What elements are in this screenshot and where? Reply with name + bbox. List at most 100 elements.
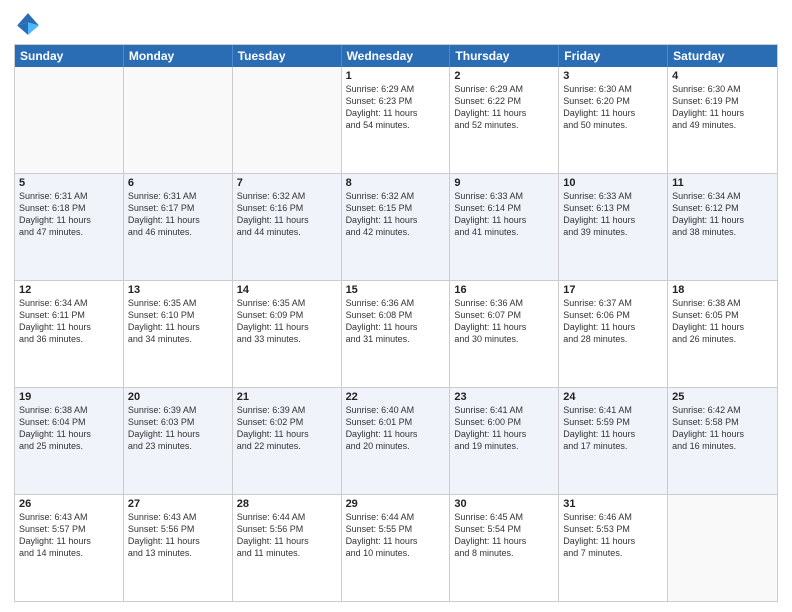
header-day-sunday: Sunday <box>15 45 124 67</box>
calendar-cell-r0c1 <box>124 67 233 173</box>
calendar-cell-r4c3: 29Sunrise: 6:44 AM Sunset: 5:55 PM Dayli… <box>342 495 451 601</box>
calendar-cell-r1c0: 5Sunrise: 6:31 AM Sunset: 6:18 PM Daylig… <box>15 174 124 280</box>
day-number: 28 <box>237 498 337 510</box>
day-info: Sunrise: 6:31 AM Sunset: 6:17 PM Dayligh… <box>128 190 228 239</box>
calendar-row-2: 12Sunrise: 6:34 AM Sunset: 6:11 PM Dayli… <box>15 281 777 388</box>
day-info: Sunrise: 6:43 AM Sunset: 5:57 PM Dayligh… <box>19 511 119 560</box>
calendar-cell-r4c6 <box>668 495 777 601</box>
day-info: Sunrise: 6:40 AM Sunset: 6:01 PM Dayligh… <box>346 404 446 453</box>
calendar-cell-r1c4: 9Sunrise: 6:33 AM Sunset: 6:14 PM Daylig… <box>450 174 559 280</box>
calendar-cell-r3c2: 21Sunrise: 6:39 AM Sunset: 6:02 PM Dayli… <box>233 388 342 494</box>
day-number: 25 <box>672 391 773 403</box>
day-info: Sunrise: 6:29 AM Sunset: 6:22 PM Dayligh… <box>454 83 554 132</box>
calendar-cell-r3c4: 23Sunrise: 6:41 AM Sunset: 6:00 PM Dayli… <box>450 388 559 494</box>
calendar-cell-r0c2 <box>233 67 342 173</box>
calendar-cell-r3c0: 19Sunrise: 6:38 AM Sunset: 6:04 PM Dayli… <box>15 388 124 494</box>
calendar-cell-r0c3: 1Sunrise: 6:29 AM Sunset: 6:23 PM Daylig… <box>342 67 451 173</box>
day-number: 13 <box>128 284 228 296</box>
day-number: 23 <box>454 391 554 403</box>
header-day-saturday: Saturday <box>668 45 777 67</box>
day-info: Sunrise: 6:44 AM Sunset: 5:56 PM Dayligh… <box>237 511 337 560</box>
header-day-monday: Monday <box>124 45 233 67</box>
calendar-cell-r1c2: 7Sunrise: 6:32 AM Sunset: 6:16 PM Daylig… <box>233 174 342 280</box>
day-info: Sunrise: 6:33 AM Sunset: 6:13 PM Dayligh… <box>563 190 663 239</box>
day-number: 14 <box>237 284 337 296</box>
calendar: SundayMondayTuesdayWednesdayThursdayFrid… <box>14 44 778 602</box>
day-info: Sunrise: 6:30 AM Sunset: 6:20 PM Dayligh… <box>563 83 663 132</box>
header-day-thursday: Thursday <box>450 45 559 67</box>
calendar-row-4: 26Sunrise: 6:43 AM Sunset: 5:57 PM Dayli… <box>15 495 777 601</box>
day-info: Sunrise: 6:36 AM Sunset: 6:07 PM Dayligh… <box>454 297 554 346</box>
calendar-cell-r4c2: 28Sunrise: 6:44 AM Sunset: 5:56 PM Dayli… <box>233 495 342 601</box>
day-number: 9 <box>454 177 554 189</box>
day-number: 22 <box>346 391 446 403</box>
calendar-cell-r3c6: 25Sunrise: 6:42 AM Sunset: 5:58 PM Dayli… <box>668 388 777 494</box>
calendar-row-1: 5Sunrise: 6:31 AM Sunset: 6:18 PM Daylig… <box>15 174 777 281</box>
day-number: 8 <box>346 177 446 189</box>
day-number: 26 <box>19 498 119 510</box>
calendar-cell-r0c4: 2Sunrise: 6:29 AM Sunset: 6:22 PM Daylig… <box>450 67 559 173</box>
day-info: Sunrise: 6:37 AM Sunset: 6:06 PM Dayligh… <box>563 297 663 346</box>
day-number: 4 <box>672 70 773 82</box>
calendar-cell-r2c6: 18Sunrise: 6:38 AM Sunset: 6:05 PM Dayli… <box>668 281 777 387</box>
calendar-cell-r2c1: 13Sunrise: 6:35 AM Sunset: 6:10 PM Dayli… <box>124 281 233 387</box>
day-info: Sunrise: 6:44 AM Sunset: 5:55 PM Dayligh… <box>346 511 446 560</box>
day-number: 31 <box>563 498 663 510</box>
calendar-cell-r1c5: 10Sunrise: 6:33 AM Sunset: 6:13 PM Dayli… <box>559 174 668 280</box>
header-day-tuesday: Tuesday <box>233 45 342 67</box>
calendar-cell-r2c2: 14Sunrise: 6:35 AM Sunset: 6:09 PM Dayli… <box>233 281 342 387</box>
day-info: Sunrise: 6:32 AM Sunset: 6:15 PM Dayligh… <box>346 190 446 239</box>
logo <box>14 10 46 38</box>
day-info: Sunrise: 6:42 AM Sunset: 5:58 PM Dayligh… <box>672 404 773 453</box>
day-info: Sunrise: 6:31 AM Sunset: 6:18 PM Dayligh… <box>19 190 119 239</box>
day-number: 20 <box>128 391 228 403</box>
calendar-header: SundayMondayTuesdayWednesdayThursdayFrid… <box>15 45 777 67</box>
day-info: Sunrise: 6:45 AM Sunset: 5:54 PM Dayligh… <box>454 511 554 560</box>
page: SundayMondayTuesdayWednesdayThursdayFrid… <box>0 0 792 612</box>
day-info: Sunrise: 6:35 AM Sunset: 6:10 PM Dayligh… <box>128 297 228 346</box>
day-number: 29 <box>346 498 446 510</box>
day-number: 7 <box>237 177 337 189</box>
day-number: 18 <box>672 284 773 296</box>
day-info: Sunrise: 6:41 AM Sunset: 5:59 PM Dayligh… <box>563 404 663 453</box>
day-info: Sunrise: 6:36 AM Sunset: 6:08 PM Dayligh… <box>346 297 446 346</box>
day-number: 11 <box>672 177 773 189</box>
day-number: 5 <box>19 177 119 189</box>
header-day-friday: Friday <box>559 45 668 67</box>
day-number: 30 <box>454 498 554 510</box>
calendar-row-3: 19Sunrise: 6:38 AM Sunset: 6:04 PM Dayli… <box>15 388 777 495</box>
day-info: Sunrise: 6:41 AM Sunset: 6:00 PM Dayligh… <box>454 404 554 453</box>
day-number: 1 <box>346 70 446 82</box>
day-info: Sunrise: 6:43 AM Sunset: 5:56 PM Dayligh… <box>128 511 228 560</box>
calendar-cell-r1c3: 8Sunrise: 6:32 AM Sunset: 6:15 PM Daylig… <box>342 174 451 280</box>
calendar-body: 1Sunrise: 6:29 AM Sunset: 6:23 PM Daylig… <box>15 67 777 601</box>
calendar-cell-r4c0: 26Sunrise: 6:43 AM Sunset: 5:57 PM Dayli… <box>15 495 124 601</box>
day-info: Sunrise: 6:33 AM Sunset: 6:14 PM Dayligh… <box>454 190 554 239</box>
calendar-cell-r4c4: 30Sunrise: 6:45 AM Sunset: 5:54 PM Dayli… <box>450 495 559 601</box>
calendar-cell-r1c1: 6Sunrise: 6:31 AM Sunset: 6:17 PM Daylig… <box>124 174 233 280</box>
day-number: 3 <box>563 70 663 82</box>
day-info: Sunrise: 6:38 AM Sunset: 6:04 PM Dayligh… <box>19 404 119 453</box>
calendar-cell-r4c1: 27Sunrise: 6:43 AM Sunset: 5:56 PM Dayli… <box>124 495 233 601</box>
calendar-cell-r1c6: 11Sunrise: 6:34 AM Sunset: 6:12 PM Dayli… <box>668 174 777 280</box>
calendar-row-0: 1Sunrise: 6:29 AM Sunset: 6:23 PM Daylig… <box>15 67 777 174</box>
day-info: Sunrise: 6:46 AM Sunset: 5:53 PM Dayligh… <box>563 511 663 560</box>
day-number: 16 <box>454 284 554 296</box>
day-info: Sunrise: 6:35 AM Sunset: 6:09 PM Dayligh… <box>237 297 337 346</box>
calendar-cell-r0c0 <box>15 67 124 173</box>
day-number: 21 <box>237 391 337 403</box>
header-day-wednesday: Wednesday <box>342 45 451 67</box>
day-info: Sunrise: 6:32 AM Sunset: 6:16 PM Dayligh… <box>237 190 337 239</box>
day-number: 15 <box>346 284 446 296</box>
calendar-cell-r2c5: 17Sunrise: 6:37 AM Sunset: 6:06 PM Dayli… <box>559 281 668 387</box>
day-info: Sunrise: 6:38 AM Sunset: 6:05 PM Dayligh… <box>672 297 773 346</box>
day-info: Sunrise: 6:39 AM Sunset: 6:03 PM Dayligh… <box>128 404 228 453</box>
calendar-cell-r4c5: 31Sunrise: 6:46 AM Sunset: 5:53 PM Dayli… <box>559 495 668 601</box>
day-number: 12 <box>19 284 119 296</box>
calendar-cell-r2c4: 16Sunrise: 6:36 AM Sunset: 6:07 PM Dayli… <box>450 281 559 387</box>
day-number: 19 <box>19 391 119 403</box>
day-number: 10 <box>563 177 663 189</box>
day-info: Sunrise: 6:34 AM Sunset: 6:11 PM Dayligh… <box>19 297 119 346</box>
day-number: 2 <box>454 70 554 82</box>
day-info: Sunrise: 6:39 AM Sunset: 6:02 PM Dayligh… <box>237 404 337 453</box>
